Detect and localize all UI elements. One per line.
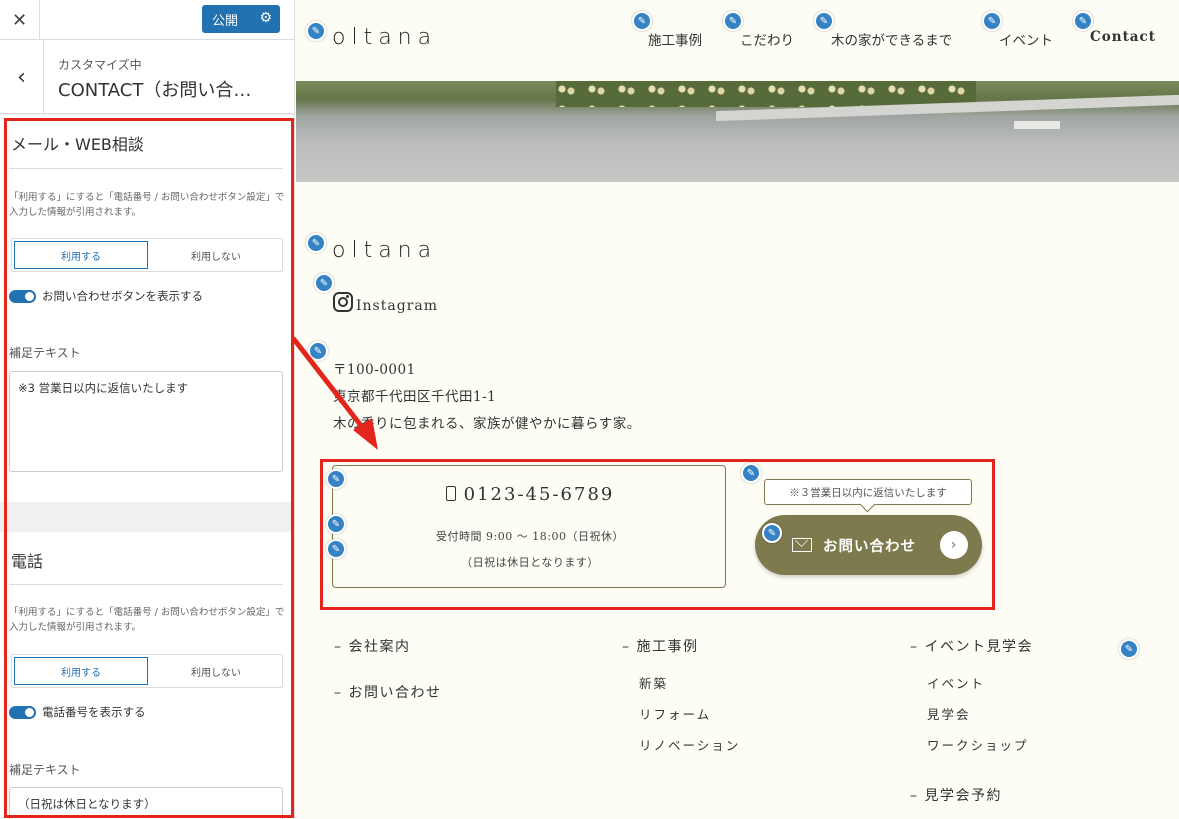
address-line: 東京都千代田区千代田1-1 [333,389,497,405]
footer-logo[interactable]: oltana [332,238,437,263]
instagram-label: Instagram [356,298,438,314]
back-chevron-icon[interactable]: ‹ [0,40,44,114]
close-icon[interactable]: ✕ [0,0,40,40]
footer-heading-works[interactable]: – 施工事例 [622,636,698,656]
footer-link-new[interactable]: 新築 [639,673,668,692]
footer-link-workshop[interactable]: ワークショップ [927,735,1029,754]
footer-link-event[interactable]: イベント [927,673,985,692]
nav-item-works[interactable]: 施工事例 [648,29,702,49]
panel-header: ‹ カスタマイズ中 CONTACT（お問い合… [0,40,294,114]
footer-link-company[interactable]: – 会社案内 [334,636,410,656]
edit-pencil-icon[interactable]: ✎ [1119,639,1139,659]
hero-plate [1014,121,1060,129]
footer-heading-events[interactable]: – イベント見学会 [910,636,1033,656]
tagline: 木の香りに包まれる、家族が健やかに暮らす家。 [333,416,641,432]
edit-pencil-icon[interactable]: ✎ [306,21,326,41]
publish-button[interactable]: 公開 ⚙ [202,5,280,33]
highlight-frame [4,118,294,818]
panel-topbar: ✕ 公開 ⚙ [0,0,294,40]
edit-pencil-icon[interactable]: ✎ [982,11,1002,31]
nav-item-contact[interactable]: Contact [1090,29,1156,45]
nav-item-event[interactable]: イベント [999,29,1053,49]
edit-pencil-icon[interactable]: ✎ [814,11,834,31]
nav-item-process[interactable]: 木の家ができるまで [831,29,952,49]
footer-link-renovation[interactable]: リノベーション [639,735,740,754]
section-title: CONTACT（お問い合… [58,80,252,101]
instagram-link[interactable]: Instagram [333,290,438,314]
site-preview: ✎ oltana ✎ 施工事例 ✎ こだわり ✎ 木の家ができるまで ✎ イベン… [296,0,1179,819]
customizer-panel: ✕ 公開 ⚙ ‹ カスタマイズ中 CONTACT（お問い合… メール・WEB相談… [0,0,295,819]
footer-link-tour-reserve[interactable]: – 見学会予約 [910,785,1002,805]
edit-pencil-icon[interactable]: ✎ [308,341,328,361]
edit-pencil-icon[interactable]: ✎ [1073,11,1093,31]
nav-item-commitment[interactable]: こだわり [740,29,794,49]
instagram-icon [333,292,353,312]
edit-pencil-icon[interactable]: ✎ [723,11,743,31]
postal-code: 〒100-0001 [333,362,416,378]
edit-pencil-icon[interactable]: ✎ [632,11,652,31]
footer-link-contact[interactable]: – お問い合わせ [334,682,441,702]
footer-link-reform[interactable]: リフォーム [639,704,711,723]
gear-icon[interactable]: ⚙ [259,10,272,26]
hero-flowerbed [556,81,976,107]
edit-pencil-icon[interactable]: ✎ [306,233,326,253]
highlight-frame [320,459,995,610]
hero-image [296,81,1179,182]
publish-label: 公開 [212,13,239,29]
site-logo[interactable]: oltana [332,25,437,50]
footer-link-tour[interactable]: 見学会 [927,704,971,723]
customizing-label: カスタマイズ中 [58,58,142,72]
edit-pencil-icon[interactable]: ✎ [314,273,334,293]
